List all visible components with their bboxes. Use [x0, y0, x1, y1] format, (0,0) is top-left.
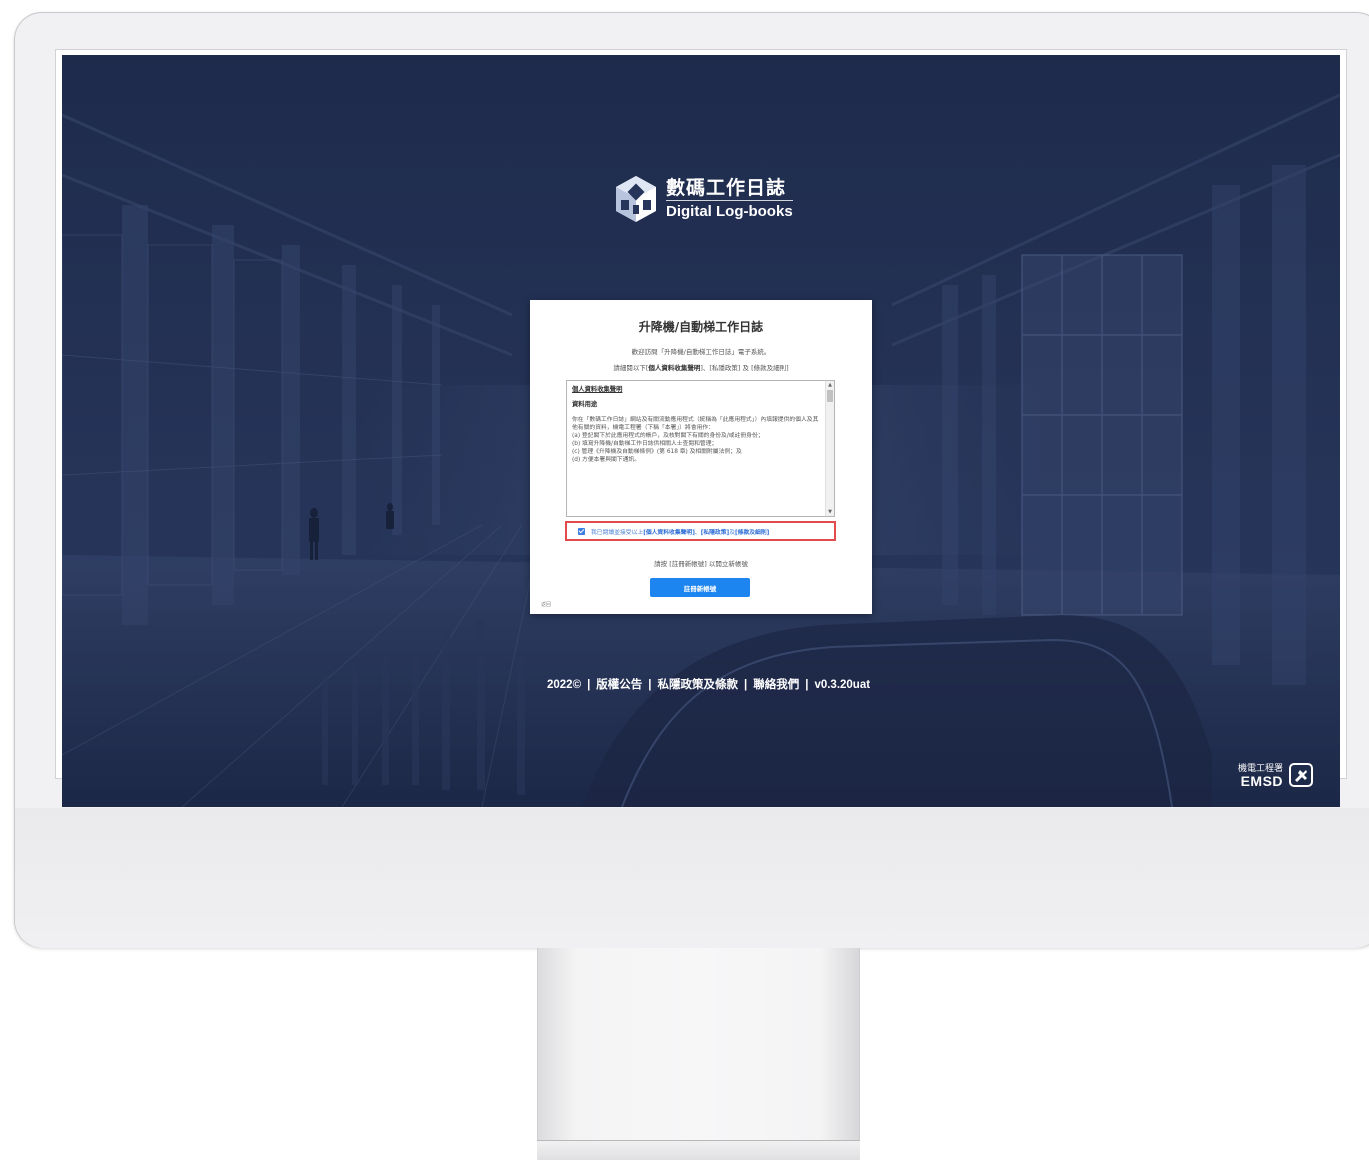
brand-name-cn: 數碼工作日誌 [666, 177, 787, 199]
agree-checkbox-row[interactable]: 我已閱讀並接受以上 [個人資料收集聲明] 、 [私隱政策] 及 [條款及細則] [565, 521, 836, 541]
emsd-name-en: EMSD [1240, 773, 1284, 789]
footer-year: 2022© [547, 679, 582, 691]
agree-prefix: 我已閱讀並接受以上 [591, 529, 644, 536]
footer-privacy-link[interactable]: 私隱政策及條款 [658, 679, 739, 691]
terms-paragraph: 你在「數碼工作日誌」網站及有關流動應用程式（統稱為「此應用程式」）內填報提供的個… [572, 417, 819, 431]
terms-item-b: (b) 填寫升降機/自動梯工作日誌供相關人士查閱和管理； [572, 441, 718, 447]
footer-separator: | [744, 679, 748, 691]
agree-privacy-link[interactable]: [私隱政策] [701, 527, 730, 536]
read-prefix: 請細閱以下[ [613, 364, 649, 372]
monitor-stand-base [537, 1140, 860, 1160]
brand-logo: 數碼工作日誌 Digital Log-books [610, 170, 800, 228]
read-instruction: 請細閱以下[個人資料收集聲明]、[私隱政策] 及 [條款及細則] [530, 362, 872, 372]
footer-version: v0.3.20uat [814, 679, 871, 691]
agree-checkbox[interactable] [578, 527, 585, 535]
scroll-down-icon[interactable]: ▼ [826, 508, 834, 516]
footer-separator: | [805, 679, 809, 691]
card-title: 升降機/自動梯工作日誌 [638, 320, 764, 334]
agree-pics-link[interactable]: [個人資料收集聲明] [643, 527, 695, 536]
read-mid: ]、[私隱政策] 及 [條款及細則] [700, 364, 789, 372]
monitor-chin [15, 808, 1369, 948]
footer-separator: | [587, 679, 591, 691]
back-link[interactable]: 返回 [541, 601, 551, 608]
terms-scroll-box[interactable]: 個人資料收集聲明 資料用途 你在「數碼工作日誌」網站及有關流動應用程式（統稱為「… [566, 380, 835, 517]
app-screen: 數碼工作日誌 Digital Log-books 升降機/自動梯工作日誌 歡迎訪… [62, 55, 1340, 807]
brand-name-en: Digital Log-books [666, 200, 793, 222]
monitor-stand [537, 948, 860, 1160]
terms-item-a: (a) 登記閣下於此應用程式的帳戶，及核對閣下有關的身份及/或註冊身份； [572, 433, 764, 439]
agree-terms-link[interactable]: [條款及細則] [735, 527, 769, 536]
terms-scrollbar[interactable]: ▲ ▼ [825, 381, 834, 516]
emsd-logo: 機電工程署 EMSD [1238, 763, 1314, 789]
register-hint: 請按 [註冊新帳號] 以開立新帳號 [654, 560, 748, 568]
register-button[interactable]: 註冊新帳號 [650, 578, 750, 597]
footer-copyright-link[interactable]: 版權公告 [596, 679, 642, 691]
terms-subheading: 資料用途 [572, 401, 598, 408]
footer-separator: | [648, 679, 652, 691]
terms-item-c: (c) 管理《升降機及自動梯條例》(第 618 章) 及相關附屬法例；及 [572, 449, 742, 455]
terms-heading: 個人資料收集聲明 [572, 386, 623, 393]
registration-card: 升降機/自動梯工作日誌 歡迎訪問「升降機/自動梯工作日誌」電子系統。 請細閱以下… [530, 300, 872, 614]
welcome-text: 歡迎訪問「升降機/自動梯工作日誌」電子系統。 [631, 348, 771, 356]
scroll-up-icon[interactable]: ▲ [826, 381, 834, 389]
emsd-logo-icon [1289, 763, 1314, 787]
footer: 2022© | 版權公告 | 私隱政策及條款 | 聯絡我們 | v0.3.20uat [547, 676, 870, 692]
terms-item-d: (d) 方便本署與閣下通訊。 [572, 457, 641, 463]
footer-contact-link[interactable]: 聯絡我們 [753, 679, 799, 691]
scrollbar-thumb[interactable] [827, 390, 833, 402]
read-pics-link[interactable]: 個人資料收集聲明 [648, 364, 700, 372]
cube-logo-icon [616, 176, 656, 222]
